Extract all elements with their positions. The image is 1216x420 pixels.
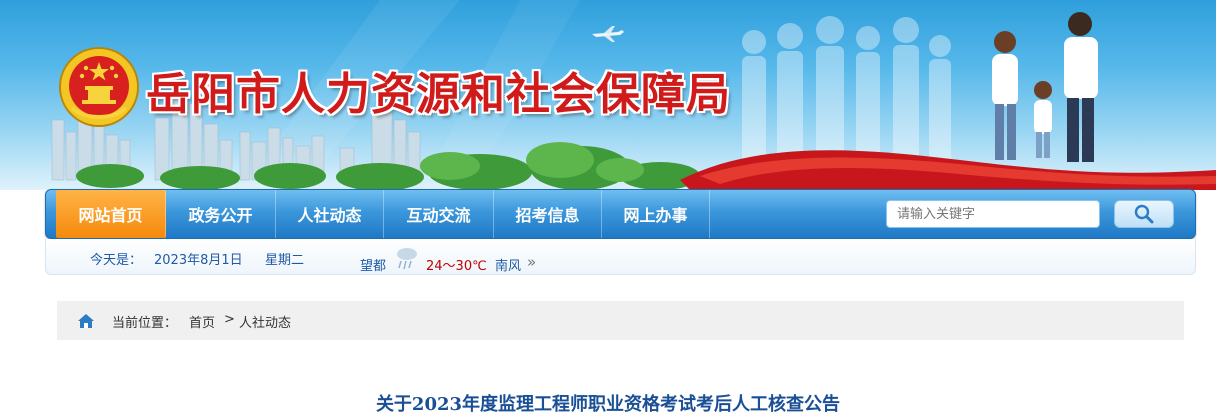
current-date: 2023年8月1日 [154,253,243,268]
weather-icon [397,248,417,270]
page: 岳阳市人力资源和社会保障局 网站首页 政务公开 人社动态 互动交流 招考信息 网… [0,0,1216,420]
breadcrumb-label: 当前位置： [112,316,178,331]
weather-temperature: 24～30℃ [426,259,487,274]
breadcrumb-separator: > [224,312,235,327]
search-button[interactable] [1114,200,1174,228]
breadcrumb-item-home[interactable]: 首页 [189,312,215,331]
family-figures [992,12,1098,162]
search-input[interactable] [886,200,1100,228]
search-icon [1134,204,1154,224]
nav-menu: 网站首页 政务公开 人社动态 互动交流 招考信息 网上办事 [56,190,710,238]
nav-item-online-services[interactable]: 网上办事 [602,190,710,238]
breadcrumb: 当前位置： 首页 > 人社动态 [57,301,1184,340]
info-bar: 今天是： 2023年8月1日 星期二 望都 24～30℃ 南风 » [45,239,1196,275]
weather-more-link[interactable]: » [527,253,536,271]
weather-city: 望都 [360,259,387,274]
nav-item-news[interactable]: 人社动态 [276,190,384,238]
nav-item-home[interactable]: 网站首页 [56,190,166,238]
nav-item-recruitment[interactable]: 招考信息 [494,190,602,238]
people-silhouettes [742,16,951,172]
nav-item-interaction[interactable]: 互动交流 [384,190,494,238]
airplane-icon [592,26,624,42]
national-emblem-icon [59,47,139,127]
breadcrumb-item-news[interactable]: 人社动态 [239,312,291,331]
today-label: 今天是： [90,253,143,268]
header-banner: 岳阳市人力资源和社会保障局 [0,0,1216,190]
weather-wind: 南风 [495,259,522,274]
home-icon [78,314,94,328]
nav-item-government-affairs[interactable]: 政务公开 [166,190,276,238]
current-weekday: 星期二 [265,253,305,268]
site-title: 岳阳市人力资源和社会保障局 [146,69,731,120]
article-title: 关于2023年度监理工程师职业资格考试考后人工核查公告 [375,394,841,415]
main-nav: 网站首页 政务公开 人社动态 互动交流 招考信息 网上办事 [45,189,1196,239]
